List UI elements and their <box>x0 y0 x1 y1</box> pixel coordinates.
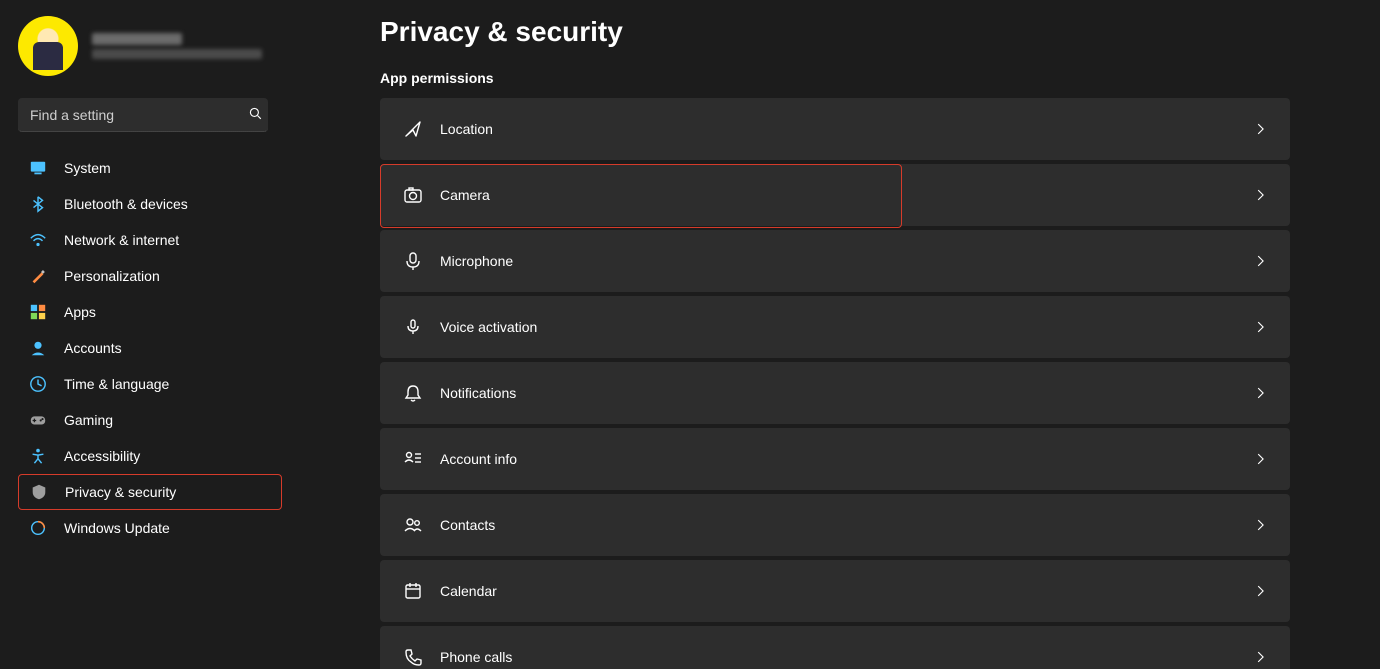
sidebar-item-windows-update[interactable]: Windows Update <box>18 510 282 546</box>
privacy-icon <box>29 483 49 501</box>
account-info-icon <box>402 449 424 469</box>
avatar <box>18 16 78 76</box>
permission-tile-notifications[interactable]: Notifications <box>380 362 1290 424</box>
permission-label: Notifications <box>440 385 1254 401</box>
user-name <box>92 33 182 45</box>
bluetooth-icon <box>28 195 48 213</box>
search-container <box>18 98 282 132</box>
sidebar-item-label: Network & internet <box>64 232 179 248</box>
chevron-right-icon <box>1254 320 1268 334</box>
sidebar-item-gaming[interactable]: Gaming <box>18 402 282 438</box>
settings-app: System Bluetooth & devices Network & inter… <box>0 0 1380 669</box>
section-title: App permissions <box>380 70 1290 86</box>
permission-label: Contacts <box>440 517 1254 533</box>
permission-label: Account info <box>440 451 1254 467</box>
sidebar-item-apps[interactable]: Apps <box>18 294 282 330</box>
permission-tile-location[interactable]: Location <box>380 98 1290 160</box>
permission-label: Camera <box>440 187 1254 203</box>
phone-calls-icon <box>402 647 424 667</box>
contacts-icon <box>402 515 424 535</box>
permission-label: Microphone <box>440 253 1254 269</box>
calendar-icon <box>402 581 424 601</box>
network-icon <box>28 231 48 249</box>
chevron-right-icon <box>1254 122 1268 136</box>
permission-tile-calendar[interactable]: Calendar <box>380 560 1290 622</box>
user-profile-text <box>92 33 262 59</box>
sidebar-item-privacy-security[interactable]: Privacy & security <box>18 474 282 510</box>
sidebar-item-accounts[interactable]: Accounts <box>18 330 282 366</box>
sidebar-item-label: Bluetooth & devices <box>64 196 188 212</box>
search-icon <box>248 106 264 122</box>
chevron-right-icon <box>1254 386 1268 400</box>
sidebar-item-label: Gaming <box>64 412 113 428</box>
chevron-right-icon <box>1254 584 1268 598</box>
sidebar-item-label: Accessibility <box>64 448 140 464</box>
time-language-icon <box>28 375 48 393</box>
main-content: Privacy & security App permissions Locat… <box>300 0 1380 669</box>
permission-tile-account-info[interactable]: Account info <box>380 428 1290 490</box>
chevron-right-icon <box>1254 452 1268 466</box>
apps-icon <box>28 303 48 321</box>
sidebar-item-label: Privacy & security <box>65 484 176 500</box>
microphone-icon <box>402 251 424 271</box>
accessibility-icon <box>28 447 48 465</box>
permission-tile-microphone[interactable]: Microphone <box>380 230 1290 292</box>
sidebar: System Bluetooth & devices Network & inter… <box>0 0 300 669</box>
sidebar-item-label: Time & language <box>64 376 169 392</box>
permission-tile-phone-calls[interactable]: Phone calls <box>380 626 1290 669</box>
notifications-icon <box>402 383 424 403</box>
camera-icon <box>402 185 424 205</box>
permission-tiles: Location Camera Microphone Voice activation… <box>380 98 1290 669</box>
system-icon <box>28 159 48 177</box>
sidebar-item-accessibility[interactable]: Accessibility <box>18 438 282 474</box>
accounts-icon <box>28 339 48 357</box>
personalization-icon <box>28 267 48 285</box>
chevron-right-icon <box>1254 518 1268 532</box>
chevron-right-icon <box>1254 254 1268 268</box>
permission-label: Location <box>440 121 1254 137</box>
update-icon <box>28 519 48 537</box>
user-profile[interactable] <box>18 16 282 76</box>
sidebar-item-label: Windows Update <box>64 520 170 536</box>
page-title: Privacy & security <box>380 16 1290 48</box>
permission-label: Phone calls <box>440 649 1254 665</box>
sidebar-nav: System Bluetooth & devices Network & inter… <box>18 150 282 546</box>
user-email <box>92 49 262 59</box>
gaming-icon <box>28 411 48 429</box>
sidebar-item-network-internet[interactable]: Network & internet <box>18 222 282 258</box>
sidebar-item-label: System <box>64 160 111 176</box>
chevron-right-icon <box>1254 650 1268 664</box>
permission-tile-contacts[interactable]: Contacts <box>380 494 1290 556</box>
permission-label: Calendar <box>440 583 1254 599</box>
sidebar-item-personalization[interactable]: Personalization <box>18 258 282 294</box>
permission-label: Voice activation <box>440 319 1254 335</box>
sidebar-item-label: Personalization <box>64 268 160 284</box>
sidebar-item-label: Accounts <box>64 340 122 356</box>
sidebar-item-bluetooth-devices[interactable]: Bluetooth & devices <box>18 186 282 222</box>
chevron-right-icon <box>1254 188 1268 202</box>
sidebar-item-label: Apps <box>64 304 96 320</box>
sidebar-item-time-language[interactable]: Time & language <box>18 366 282 402</box>
permission-tile-voice-activation[interactable]: Voice activation <box>380 296 1290 358</box>
location-icon <box>402 119 424 139</box>
permission-tile-camera[interactable]: Camera <box>380 164 1290 226</box>
sidebar-item-system[interactable]: System <box>18 150 282 186</box>
search-input[interactable] <box>18 98 268 132</box>
voice-activation-icon <box>402 317 424 337</box>
